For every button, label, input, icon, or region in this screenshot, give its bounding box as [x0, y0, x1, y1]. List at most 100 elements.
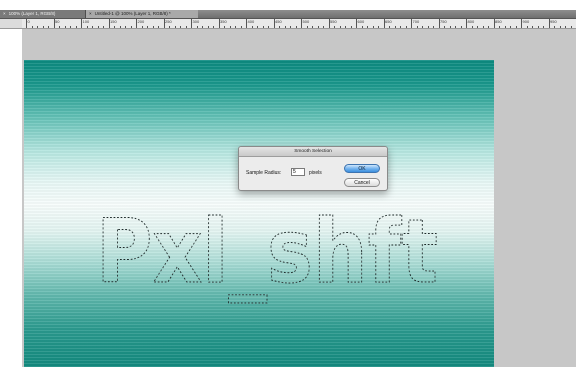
ruler-minor-tick [565, 26, 566, 28]
document-canvas[interactable]: Pxl_shft [24, 60, 494, 367]
ruler-minor-tick [367, 26, 368, 28]
sample-radius-input[interactable] [291, 168, 305, 176]
ruler-minor-tick [504, 26, 506, 28]
ruler-minor-tick [251, 26, 253, 28]
ruler-minor-tick [284, 26, 286, 28]
ruler-minor-tick [158, 26, 159, 28]
ruler-minor-tick [86, 26, 88, 28]
close-icon[interactable]: × [89, 11, 92, 16]
ruler-minor-tick [471, 26, 473, 28]
ruler-label: 500 [302, 19, 310, 24]
ruler-label: 50 [55, 19, 60, 24]
ruler-minor-tick [455, 26, 456, 28]
ruler-label: 350 [220, 19, 227, 24]
sample-radius-label: Sample Radius: [246, 170, 282, 176]
ruler-minor-tick [405, 26, 407, 28]
ruler-minor-tick [70, 26, 71, 28]
ruler-label: 250 [165, 19, 172, 24]
document-tab-2-active[interactable]: × Untitled-1 @ 100% (Layer 1, RGB/8) * [86, 10, 198, 18]
ruler-minor-tick [537, 26, 539, 28]
ruler-minor-tick [119, 26, 121, 28]
ruler-minor-tick [400, 26, 401, 28]
ruler-minor-tick [477, 26, 478, 28]
ruler-label: 950 [550, 19, 557, 24]
ruler-minor-tick [433, 26, 434, 28]
horizontal-ruler[interactable]: 0 50 100 150 200 250 300 350 400 450 500 550 600 650 7… [22, 19, 576, 29]
pixels-unit-label: pixels [309, 170, 322, 176]
ruler-minor-tick [295, 26, 297, 28]
ruler-minor-tick [532, 26, 533, 28]
ruler-minor-tick [114, 26, 115, 28]
ruler-minor-tick [394, 26, 396, 28]
ruler-label: 200 [137, 19, 145, 24]
ruler-label: 900 [522, 19, 530, 24]
ruler-label: 600 [357, 19, 365, 24]
ruler-minor-tick [515, 26, 517, 28]
ruler-minor-tick [378, 26, 379, 28]
ruler-minor-tick [262, 26, 264, 28]
ruler-minor-tick [202, 26, 203, 28]
ruler-minor-tick [224, 26, 225, 28]
ruler-minor-tick [389, 26, 390, 28]
ruler-origin[interactable] [0, 19, 22, 29]
ruler-minor-tick [290, 26, 291, 28]
ruler-minor-tick [427, 26, 429, 28]
ruler-minor-tick [196, 26, 198, 28]
document-tab-bar: × 100% (Layer 1, RGB/8) × Untitled-1 @ 100… [0, 10, 576, 19]
ruler-label: 850 [495, 19, 502, 24]
selection-text-outline: Pxl_shft [96, 200, 438, 303]
ruler-minor-tick [130, 26, 132, 28]
ruler-minor-tick [64, 26, 66, 28]
ruler-minor-tick [554, 26, 555, 28]
ruler-minor-tick [180, 26, 181, 28]
ruler-minor-tick [147, 26, 148, 28]
ruler-minor-tick [306, 26, 308, 28]
ruler-minor-tick [444, 26, 445, 28]
ruler-minor-tick [235, 26, 236, 28]
ruler-minor-tick [92, 26, 93, 28]
ruler-minor-tick [570, 26, 572, 28]
ruler-label: 550 [330, 19, 337, 24]
ruler-minor-tick [103, 26, 104, 28]
ruler-minor-tick [345, 26, 346, 28]
ruler-minor-tick [42, 26, 44, 28]
ruler-minor-tick [97, 26, 99, 28]
ruler-minor-tick [229, 26, 231, 28]
ruler-minor-tick [334, 26, 335, 28]
ruler-minor-tick [268, 26, 269, 28]
ruler-minor-tick [37, 26, 38, 28]
ruler-minor-tick [312, 26, 313, 28]
ok-button[interactable]: OK [344, 164, 380, 173]
ruler-label: 100 [82, 19, 90, 24]
ruler-minor-tick [422, 26, 423, 28]
ruler-minor-tick [59, 26, 60, 28]
ruler-label: 300 [192, 19, 200, 24]
ruler-minor-tick [350, 26, 352, 28]
tab-label: Untitled-1 @ 100% (Layer 1, RGB/8) * [94, 11, 171, 16]
ruler-minor-tick [526, 26, 528, 28]
ruler-minor-tick [207, 26, 209, 28]
cancel-button[interactable]: Cancel [344, 178, 380, 187]
ruler-label: 750 [440, 19, 447, 24]
close-icon[interactable]: × [3, 11, 6, 16]
document-tab-1[interactable]: × 100% (Layer 1, RGB/8) [0, 10, 86, 18]
ruler-minor-tick [372, 26, 374, 28]
dialog-title: Smooth Selection [239, 147, 387, 157]
ruler-minor-tick [460, 26, 462, 28]
smooth-selection-dialog: Smooth Selection Sample Radius: pixels O… [238, 146, 388, 191]
ruler-minor-tick [317, 26, 319, 28]
ruler-minor-tick [125, 26, 126, 28]
ruler-minor-tick [361, 26, 363, 28]
ruler-minor-tick [543, 26, 544, 28]
ruler-minor-tick [48, 26, 49, 28]
ruler-minor-tick [279, 26, 280, 28]
ruler-minor-tick [339, 26, 341, 28]
ruler-label: 800 [467, 19, 475, 24]
ruler-minor-tick [152, 26, 154, 28]
ruler-label: 450 [275, 19, 282, 24]
ruler-minor-tick [482, 26, 484, 28]
ruler-minor-tick [213, 26, 214, 28]
tab-label: 100% (Layer 1, RGB/8) [8, 11, 56, 16]
left-panel-strip [0, 29, 22, 367]
ruler-minor-tick [174, 26, 176, 28]
